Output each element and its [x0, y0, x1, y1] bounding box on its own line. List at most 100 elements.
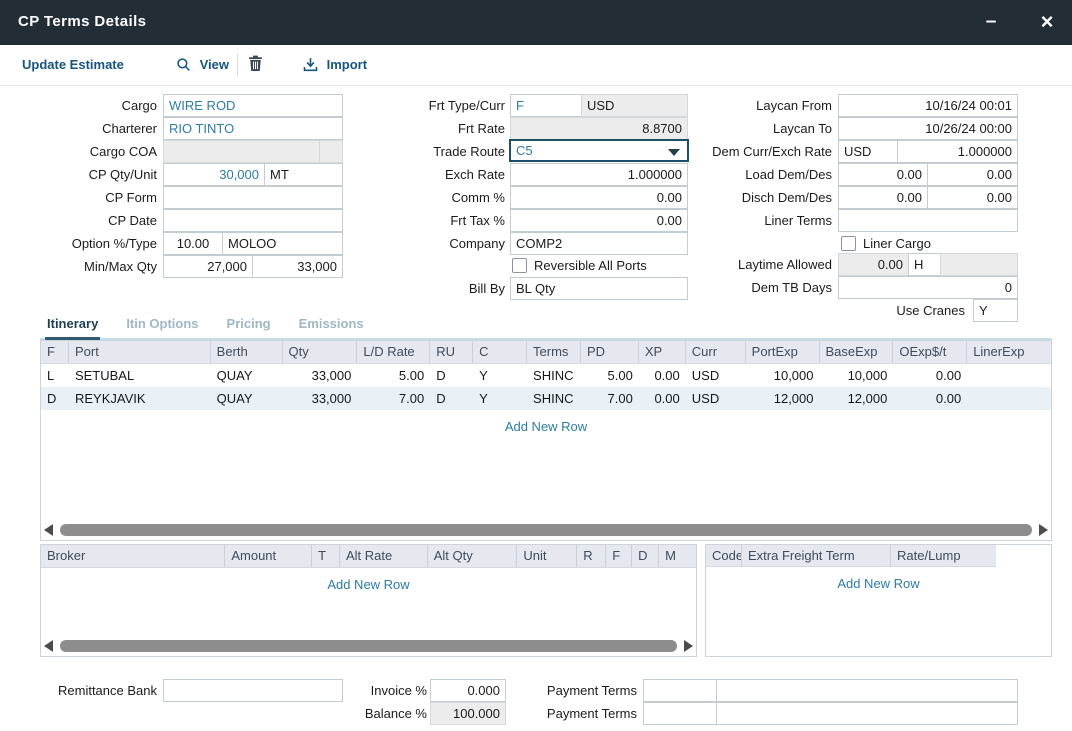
cp-form-field[interactable]: [163, 186, 343, 209]
disch-dem-des-label: Disch Dem/Des: [660, 186, 832, 209]
cp-qty-field[interactable]: 30,000: [163, 163, 265, 186]
col-baseexp: BaseExp: [820, 341, 894, 363]
cell[interactable]: 5.00: [357, 364, 430, 387]
broker-add-new-row-link[interactable]: Add New Row: [41, 568, 696, 592]
cell[interactable]: D: [430, 387, 473, 410]
payment-terms-2-label: Payment Terms: [497, 702, 637, 725]
cell[interactable]: 7.00: [357, 387, 430, 410]
scroll-left-icon[interactable]: [44, 640, 53, 652]
broker-horizontal-scrollbar[interactable]: [44, 639, 693, 653]
cell[interactable]: 0.00: [893, 364, 967, 387]
tab-itinerary[interactable]: Itinerary: [45, 314, 100, 340]
scroll-right-icon[interactable]: [684, 640, 693, 652]
laycan-to-field[interactable]: 10/26/24 00:00: [838, 117, 1018, 140]
remittance-bank-label: Remittance Bank: [17, 679, 157, 702]
col-extra-freight-term: Extra Freight Term: [742, 545, 891, 567]
dem-tb-days-field[interactable]: 0: [838, 276, 1018, 299]
cell[interactable]: 10,000: [746, 364, 820, 387]
tab-pricing[interactable]: Pricing: [225, 314, 273, 340]
cell[interactable]: 7.00: [581, 387, 639, 410]
tab-emissions[interactable]: Emissions: [297, 314, 366, 340]
liner-terms-field[interactable]: [838, 209, 1018, 232]
minimize-button[interactable]: –: [978, 9, 1004, 35]
cell[interactable]: 12,000: [820, 387, 894, 410]
cell[interactable]: REYKJAVIK: [69, 387, 211, 410]
dem-curr-field[interactable]: USD: [838, 140, 898, 163]
frt-tax-pct-label: Frt Tax %: [365, 209, 505, 232]
cp-unit-field[interactable]: MT: [264, 163, 343, 186]
cell[interactable]: D: [430, 364, 473, 387]
cell[interactable]: SHINC: [527, 364, 581, 387]
payment-terms-1-code-field[interactable]: [643, 679, 717, 702]
liner-terms-label: Liner Terms: [660, 209, 832, 232]
col-rate-lump: Rate/Lump: [891, 545, 996, 567]
scroll-left-icon[interactable]: [44, 524, 53, 536]
cell[interactable]: 0.00: [639, 364, 686, 387]
cell[interactable]: [967, 387, 1051, 410]
minimize-icon: –: [986, 11, 997, 32]
cell[interactable]: 5.00: [581, 364, 639, 387]
col-c: C: [473, 341, 527, 363]
max-qty-field[interactable]: 33,000: [252, 255, 343, 278]
payment-terms-2-code-field[interactable]: [643, 702, 717, 725]
frt-type-field[interactable]: F: [510, 94, 582, 117]
col-f: F: [606, 545, 632, 567]
itinerary-row-2[interactable]: D REYKJAVIK QUAY 33,000 7.00 D Y SHINC 7…: [41, 387, 1051, 410]
cell[interactable]: USD: [686, 364, 746, 387]
scrollbar-thumb[interactable]: [60, 524, 1032, 536]
cp-date-label: CP Date: [17, 209, 157, 232]
cell[interactable]: QUAY: [211, 364, 283, 387]
cell[interactable]: D: [41, 387, 69, 410]
tab-itin-options[interactable]: Itin Options: [124, 314, 200, 340]
cell[interactable]: Y: [473, 364, 527, 387]
cell[interactable]: 0.00: [639, 387, 686, 410]
itinerary-row-1[interactable]: L SETUBAL QUAY 33,000 5.00 D Y SHINC 5.0…: [41, 364, 1051, 387]
trade-route-value: C5: [516, 143, 533, 158]
cell[interactable]: SETUBAL: [69, 364, 211, 387]
delete-button[interactable]: [248, 45, 268, 85]
cargo-field[interactable]: WIRE ROD: [163, 94, 343, 117]
cell[interactable]: [967, 364, 1051, 387]
cp-date-field[interactable]: [163, 209, 343, 232]
cell[interactable]: Y: [473, 387, 527, 410]
update-estimate-button[interactable]: Update Estimate: [22, 45, 124, 85]
company-field[interactable]: COMP2: [510, 232, 688, 255]
cell[interactable]: L: [41, 364, 69, 387]
invoice-pct-field[interactable]: 0.000: [430, 679, 506, 702]
invoice-pct-label: Invoice %: [287, 679, 427, 702]
laycan-from-field[interactable]: 10/16/24 00:01: [838, 94, 1018, 117]
option-pct-field[interactable]: 10.00: [163, 232, 223, 255]
search-icon: [176, 57, 191, 72]
laytime-unit-field[interactable]: H: [908, 253, 941, 276]
toolbar: Update Estimate View Import: [0, 45, 1072, 86]
cell[interactable]: USD: [686, 387, 746, 410]
load-dem-des-label: Load Dem/Des: [660, 163, 832, 186]
cell[interactable]: 10,000: [820, 364, 894, 387]
liner-cargo-checkbox[interactable]: [841, 236, 856, 251]
charterer-field[interactable]: RIO TINTO: [163, 117, 343, 140]
scroll-right-icon[interactable]: [1039, 524, 1048, 536]
cell[interactable]: 12,000: [746, 387, 820, 410]
scrollbar-thumb[interactable]: [60, 640, 677, 652]
cell[interactable]: 33,000: [283, 387, 358, 410]
dem-exch-rate-field[interactable]: 1.000000: [897, 140, 1018, 163]
extra-freight-add-new-row-link[interactable]: Add New Row: [706, 567, 1051, 591]
cell[interactable]: 0.00: [893, 387, 967, 410]
itinerary-add-new-row-link[interactable]: Add New Row: [41, 410, 1051, 434]
load-dem-field[interactable]: 0.00: [838, 163, 928, 186]
close-button[interactable]: ×: [1034, 9, 1060, 35]
payment-terms-1-field[interactable]: [716, 679, 1018, 702]
disch-des-field[interactable]: 0.00: [927, 186, 1018, 209]
disch-dem-field[interactable]: 0.00: [838, 186, 928, 209]
reversible-all-ports-checkbox[interactable]: [512, 258, 527, 273]
cell[interactable]: SHINC: [527, 387, 581, 410]
view-button[interactable]: View: [176, 45, 229, 85]
cell[interactable]: 33,000: [283, 364, 358, 387]
import-button[interactable]: Import: [303, 45, 367, 85]
min-qty-field[interactable]: 27,000: [163, 255, 253, 278]
option-type-field[interactable]: MOLOO: [222, 232, 343, 255]
itinerary-horizontal-scrollbar[interactable]: [44, 523, 1048, 537]
load-des-field[interactable]: 0.00: [927, 163, 1018, 186]
payment-terms-2-field[interactable]: [716, 702, 1018, 725]
cell[interactable]: QUAY: [211, 387, 283, 410]
